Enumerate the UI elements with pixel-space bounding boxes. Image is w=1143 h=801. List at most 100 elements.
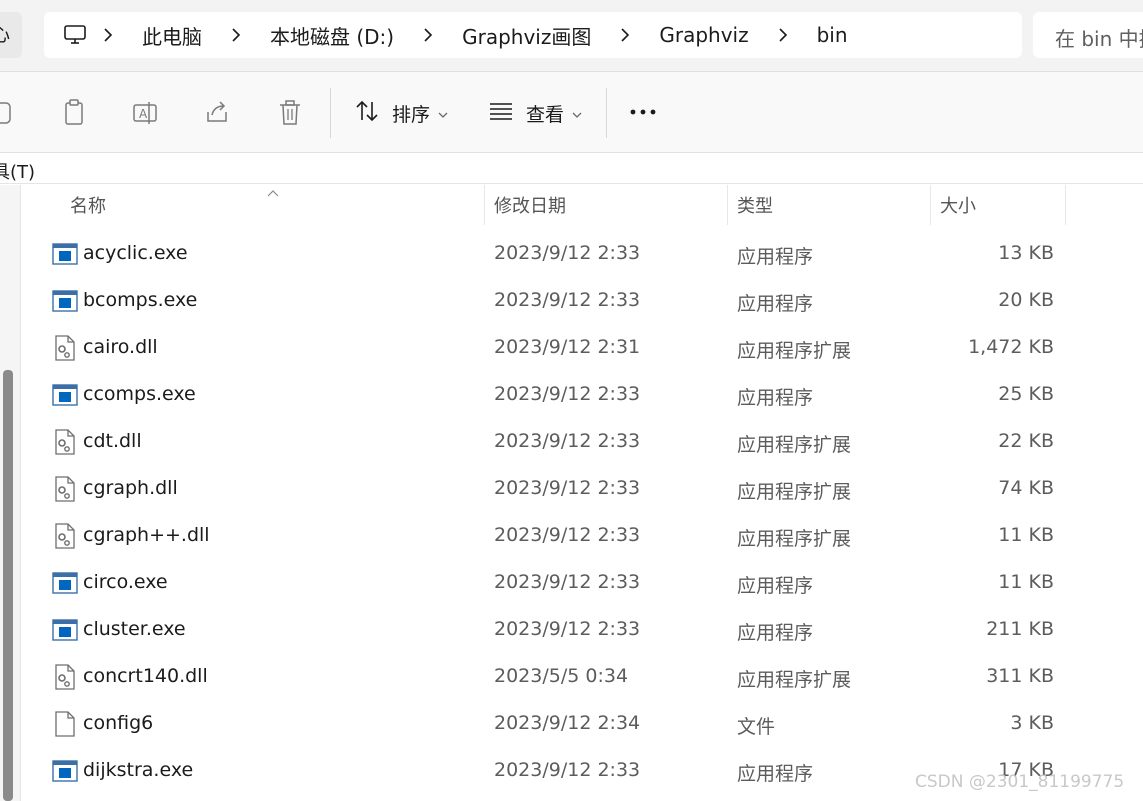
chevron-right-icon[interactable] [88, 28, 128, 42]
file-modified-date: 2023/9/12 2:33 [494, 242, 641, 264]
file-row[interactable]: cgraph.dll 2023/9/12 2:33 应用程序扩展 74 KB [21, 466, 1143, 513]
watermark: CSDN @2301_81199775 [915, 772, 1125, 792]
file-size: 311 KB [986, 665, 1054, 687]
sort-ascending-icon [267, 183, 279, 202]
column-header-name-label: 名称 [70, 196, 106, 217]
file-modified-date: 2023/9/12 2:33 [494, 571, 641, 593]
file-modified-date: 2023/9/12 2:34 [494, 712, 641, 734]
breadcrumb[interactable]: 此电脑 本地磁盘 (D:) Graphviz画图 Graphviz bin [44, 12, 1022, 58]
file-modified-date: 2023/9/12 2:33 [494, 759, 641, 781]
breadcrumb-item-bin[interactable]: bin [803, 23, 862, 47]
rename-icon[interactable]: A [131, 98, 161, 128]
file-type: 应用程序 [737, 293, 814, 315]
computer-icon[interactable] [62, 22, 88, 48]
file-type: 应用程序扩展 [737, 340, 852, 362]
file-modified-date: 2023/9/12 2:31 [494, 336, 641, 358]
dll-file-icon [52, 429, 78, 455]
breadcrumb-item-graphviz[interactable]: Graphviz [645, 23, 762, 47]
file-type: 应用程序 [737, 246, 814, 268]
column-header-name[interactable]: 名称 [60, 185, 106, 225]
column-header-type[interactable]: 类型 [727, 185, 773, 225]
file-type: 文件 [737, 716, 776, 738]
application-icon [52, 570, 78, 596]
menu-item-tools[interactable]: 具(T) [0, 158, 35, 184]
file-size: 11 KB [998, 524, 1054, 546]
cut-icon[interactable] [0, 98, 16, 128]
file-modified-date: 2023/9/12 2:33 [494, 289, 641, 311]
navigation-scrollbar-thumb[interactable] [3, 370, 13, 801]
address-bar-row: 心 此电脑 本地磁盘 (D:) Graphviz画图 Graphviz bin … [0, 0, 1143, 71]
file-row[interactable]: cgraph++.dll 2023/9/12 2:33 应用程序扩展 11 KB [21, 513, 1143, 560]
file-modified-date: 2023/9/12 2:33 [494, 383, 641, 405]
file-icon [52, 711, 78, 737]
application-icon [52, 758, 78, 784]
column-header-type-label: 类型 [737, 196, 773, 217]
file-type: 应用程序扩展 [737, 528, 852, 550]
file-name: acyclic.exe [83, 242, 188, 264]
view-icon [488, 98, 514, 129]
file-name: cluster.exe [83, 618, 186, 640]
breadcrumb-item-drive-d[interactable]: 本地磁盘 (D:) [256, 21, 408, 50]
chevron-right-icon[interactable] [216, 28, 256, 42]
column-header-row: 名称 修改日期 类型 大小 [21, 185, 1143, 225]
menu-bar: 具(T) [0, 154, 1143, 184]
nav-button-glyph: 心 [0, 24, 11, 46]
column-header-date[interactable]: 修改日期 [484, 185, 566, 225]
column-header-size-label: 大小 [940, 196, 976, 217]
file-size: 1,472 KB [968, 336, 1054, 358]
chevron-right-icon[interactable] [408, 28, 448, 42]
file-row[interactable]: concrt140.dll 2023/5/5 0:34 应用程序扩展 311 KB [21, 654, 1143, 701]
file-name: cgraph++.dll [83, 524, 210, 546]
file-name: bcomps.exe [83, 289, 198, 311]
file-row[interactable]: bcomps.exe 2023/9/12 2:33 应用程序 20 KB [21, 278, 1143, 325]
file-row[interactable]: cairo.dll 2023/9/12 2:31 应用程序扩展 1,472 KB [21, 325, 1143, 372]
breadcrumb-item-this-pc[interactable]: 此电脑 [128, 21, 216, 50]
chevron-down-icon [438, 102, 448, 124]
column-header-date-label: 修改日期 [494, 196, 566, 217]
nav-refresh-button[interactable]: 心 [0, 12, 22, 58]
file-size: 3 KB [1010, 712, 1054, 734]
copy-icon[interactable] [60, 98, 90, 128]
file-type: 应用程序 [737, 387, 814, 409]
file-type: 应用程序 [737, 622, 814, 644]
view-button[interactable]: 查看 [488, 96, 582, 130]
file-row[interactable]: cluster.exe 2023/9/12 2:33 应用程序 211 KB [21, 607, 1143, 654]
file-list[interactable]: acyclic.exe 2023/9/12 2:33 应用程序 13 KB bcomps… [21, 231, 1143, 801]
dll-file-icon [52, 476, 78, 502]
search-placeholder: 在 bin 中搜 [1055, 27, 1143, 51]
chevron-right-icon[interactable] [605, 28, 645, 42]
command-bar: A 排序 查看 [0, 71, 1143, 153]
file-name: ccomps.exe [83, 383, 196, 405]
file-size: 22 KB [998, 430, 1054, 452]
file-modified-date: 2023/9/12 2:33 [494, 618, 641, 640]
file-modified-date: 2023/9/12 2:33 [494, 430, 641, 452]
column-header-size[interactable]: 大小 [930, 185, 976, 225]
search-input[interactable]: 在 bin 中搜 [1033, 12, 1143, 58]
file-row[interactable]: ccomps.exe 2023/9/12 2:33 应用程序 25 KB [21, 372, 1143, 419]
file-size: 25 KB [998, 383, 1054, 405]
file-size: 74 KB [998, 477, 1054, 499]
toolbar-divider [330, 88, 331, 138]
column-divider[interactable] [1065, 185, 1066, 225]
file-type: 应用程序扩展 [737, 434, 852, 456]
sort-button[interactable]: 排序 [354, 96, 448, 130]
chevron-right-icon[interactable] [763, 28, 803, 42]
file-row[interactable]: config6 2023/9/12 2:34 文件 3 KB [21, 701, 1143, 748]
more-icon[interactable] [629, 108, 657, 116]
file-type: 应用程序扩展 [737, 669, 852, 691]
share-icon[interactable] [203, 98, 233, 128]
svg-text:A: A [139, 107, 148, 121]
dll-file-icon [52, 335, 78, 361]
file-row[interactable]: circo.exe 2023/9/12 2:33 应用程序 11 KB [21, 560, 1143, 607]
delete-icon[interactable] [275, 98, 305, 128]
file-row[interactable]: acyclic.exe 2023/9/12 2:33 应用程序 13 KB [21, 231, 1143, 278]
breadcrumb-item-graphviz-drawing[interactable]: Graphviz画图 [448, 21, 605, 50]
file-row[interactable]: cdt.dll 2023/9/12 2:33 应用程序扩展 22 KB [21, 419, 1143, 466]
application-icon [52, 241, 78, 267]
file-modified-date: 2023/9/12 2:33 [494, 524, 641, 546]
sort-icon [354, 98, 380, 129]
file-name: cairo.dll [83, 336, 158, 358]
file-type: 应用程序 [737, 575, 814, 597]
file-size: 211 KB [986, 618, 1054, 640]
toolbar-divider [606, 88, 607, 138]
